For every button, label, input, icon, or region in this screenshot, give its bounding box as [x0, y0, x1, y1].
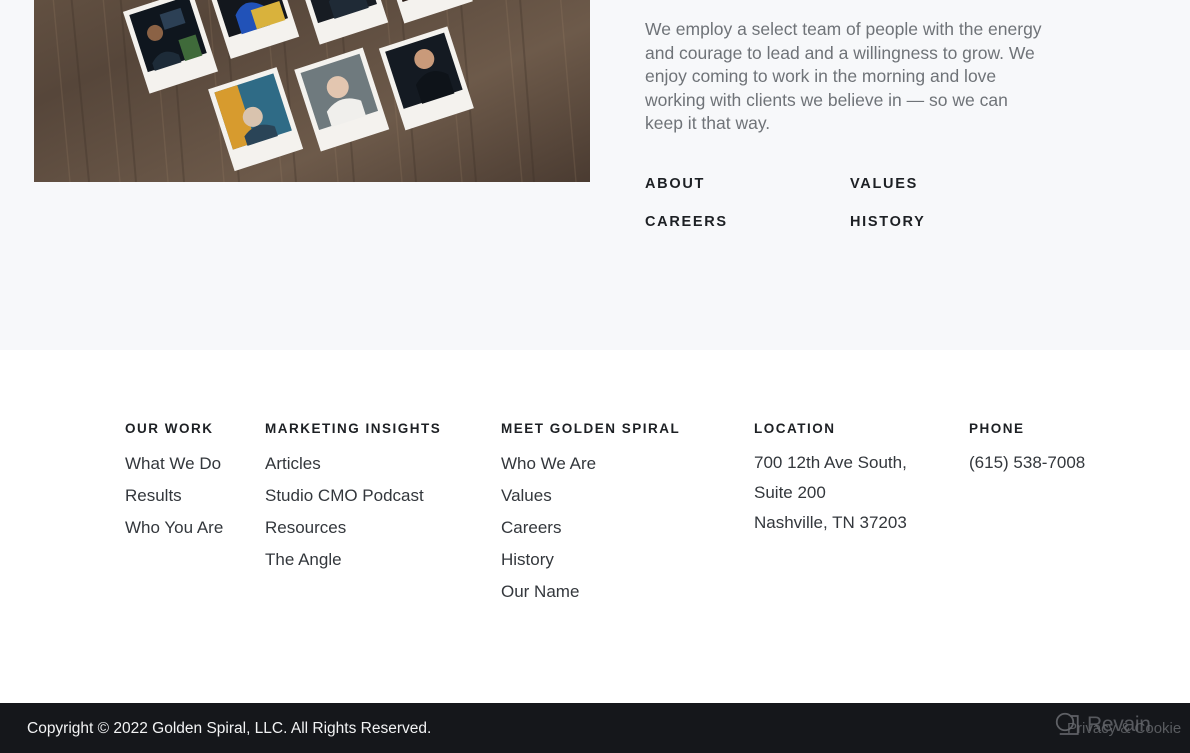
nav-link-history[interactable]: HISTORY [850, 214, 1055, 230]
copyright-text: Copyright © 2022 Golden Spiral, LLC. All… [27, 720, 432, 737]
nav-link-values[interactable]: VALUES [850, 176, 1055, 192]
footer-link-resources[interactable]: Resources [265, 512, 441, 544]
upper-section: We employ a select team of people with t… [0, 0, 1190, 350]
top-nav-links: ABOUT VALUES CAREERS HISTORY [645, 176, 1065, 252]
footer-link-history[interactable]: History [501, 544, 680, 576]
footer-heading-marketing-insights: MARKETING INSIGHTS [265, 421, 442, 436]
footer-link-articles[interactable]: Articles [265, 448, 441, 480]
footer-link-values[interactable]: Values [501, 480, 680, 512]
footer-column-marketing-insights: MARKETING INSIGHTS Articles Studio CMO P… [265, 421, 441, 576]
footer-column-our-work: OUR WORK What We Do Results Who You Are [125, 421, 223, 544]
footer-link-who-we-are[interactable]: Who We Are [501, 448, 680, 480]
page-root: We employ a select team of people with t… [0, 0, 1190, 753]
nav-link-about[interactable]: ABOUT [645, 176, 850, 192]
footer-link-the-angle[interactable]: The Angle [265, 544, 441, 576]
footer-heading-meet-golden-spiral: MEET GOLDEN SPIRAL [501, 421, 681, 436]
bottom-bar: Copyright © 2022 Golden Spiral, LLC. All… [0, 703, 1190, 753]
top-nav-row-1: ABOUT VALUES [645, 176, 1065, 192]
polaroid-photos-illustration [34, 0, 590, 182]
footer-link-who-you-are[interactable]: Who You Are [125, 512, 223, 544]
phone-number-link[interactable]: (615) 538-7008 [969, 453, 1085, 472]
footer-link-what-we-do[interactable]: What We Do [125, 448, 223, 480]
intro-block: We employ a select team of people with t… [645, 18, 1045, 136]
footer-column-meet-golden-spiral: MEET GOLDEN SPIRAL Who We Are Values Car… [501, 421, 680, 608]
hero-photo [34, 0, 590, 182]
footer-column-phone: PHONE (615) 538-7008 [969, 421, 1085, 478]
footer-heading-our-work: OUR WORK [125, 421, 214, 436]
footer-main: OUR WORK What We Do Results Who You Are … [0, 350, 1190, 703]
footer-link-careers[interactable]: Careers [501, 512, 680, 544]
footer-link-results[interactable]: Results [125, 480, 223, 512]
intro-paragraph: We employ a select team of people with t… [645, 19, 1042, 133]
footer-column-location: LOCATION 700 12th Ave South, Suite 200 N… [754, 421, 907, 538]
address-line-2: Suite 200 [754, 483, 826, 502]
nav-link-careers[interactable]: CAREERS [645, 214, 850, 230]
footer-heading-phone: PHONE [969, 421, 1025, 436]
footer-link-studio-cmo-podcast[interactable]: Studio CMO Podcast [265, 480, 441, 512]
address-line-1: 700 12th Ave South, [754, 453, 907, 472]
top-nav-row-2: CAREERS HISTORY [645, 214, 1065, 230]
footer-link-our-name[interactable]: Our Name [501, 576, 680, 608]
footer-heading-location: LOCATION [754, 421, 836, 436]
address-line-3: Nashville, TN 37203 [754, 513, 907, 532]
